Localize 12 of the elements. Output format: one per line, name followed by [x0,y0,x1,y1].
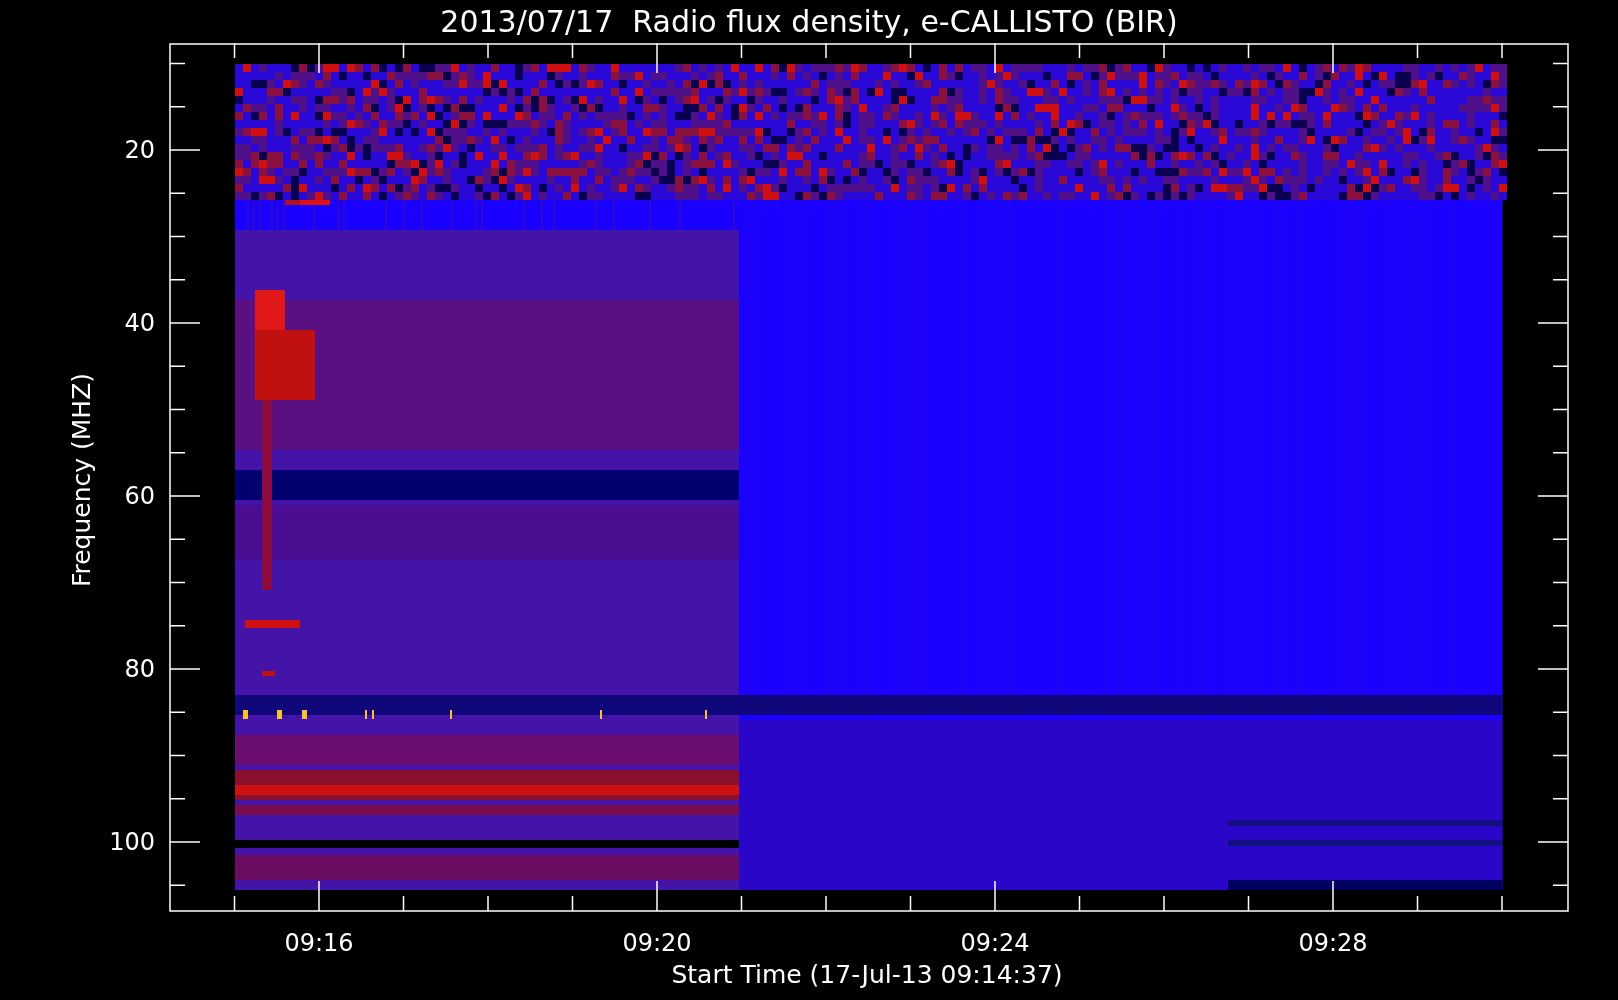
axis-tick-label: 80 [124,655,155,683]
chart-title: 2013/07/17 Radio flux density, e-CALLISTO (BIR) [440,6,1178,37]
axis-tick-label: 09:28 [1298,929,1368,957]
axis-tick-label: 20 [124,136,155,164]
axis-title: Frequency (MHZ) [67,372,96,588]
axis-tick-label: 09:24 [960,929,1030,957]
axis-title: Start Time (17-Jul-13 09:14:37) [671,960,1063,989]
axis-tick-label: 09:20 [622,929,692,957]
axis-tick-label: 60 [124,482,155,510]
axis-tick-label: 09:16 [284,929,354,957]
axis-tick-label: 40 [124,309,155,337]
axis-tick-label: 100 [109,828,155,856]
